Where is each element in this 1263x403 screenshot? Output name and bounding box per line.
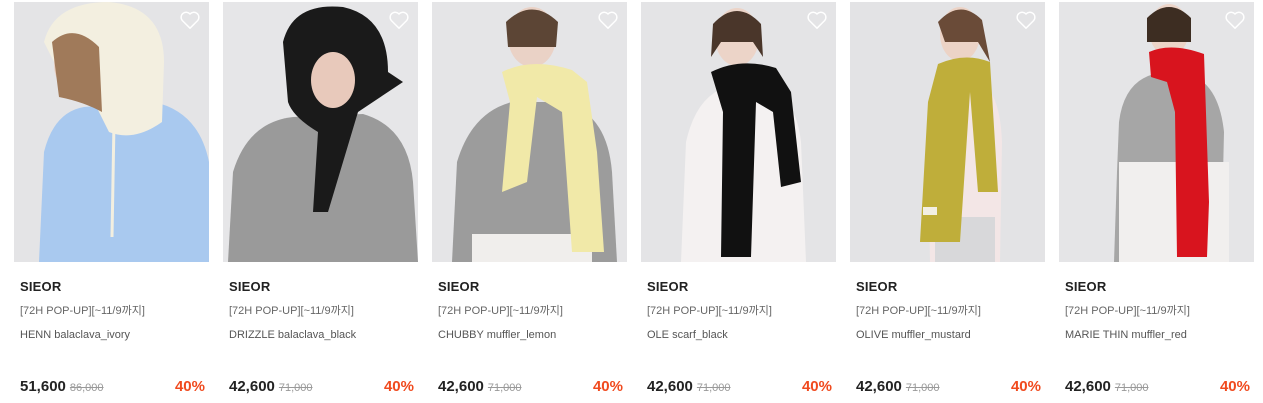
model-photo: [14, 2, 209, 262]
product-card[interactable]: SIEOR [72H POP-UP][~11/9까지] OLE scarf_bl…: [641, 2, 836, 395]
model-photo: [850, 2, 1045, 262]
product-name[interactable]: HENN balaclava_ivory: [20, 328, 209, 342]
product-card[interactable]: SIEOR [72H POP-UP][~11/9까지] MARIE THIN m…: [1059, 2, 1254, 395]
original-price: 71,000: [696, 382, 731, 394]
product-name[interactable]: DRIZZLE balaclava_black: [229, 328, 418, 342]
sale-price: 42,600: [856, 378, 902, 395]
promo-tag: [72H POP-UP][~11/9까지]: [856, 305, 981, 317]
price-row: 42,600 71,000 40%: [647, 378, 832, 398]
brand-name[interactable]: SIEOR: [647, 279, 836, 294]
product-image[interactable]: [14, 2, 209, 262]
product-card[interactable]: SIEOR [72H POP-UP][~11/9까지] DRIZZLE bala…: [223, 2, 418, 395]
promo-tag: [72H POP-UP][~11/9까지]: [1065, 305, 1190, 317]
heart-outline-icon[interactable]: [388, 10, 410, 30]
product-card[interactable]: SIEOR [72H POP-UP][~11/9까지] HENN balacla…: [14, 2, 209, 395]
promo-tag: [72H POP-UP][~11/9까지]: [438, 305, 563, 317]
sale-price: 42,600: [229, 378, 275, 395]
product-image[interactable]: [432, 2, 627, 262]
model-photo: [432, 2, 627, 262]
price-row: 51,600 86,000 40%: [20, 378, 205, 398]
product-image[interactable]: [223, 2, 418, 262]
sale-price: 42,600: [1065, 378, 1111, 395]
product-name[interactable]: MARIE THIN muffler_red: [1065, 328, 1254, 342]
original-price: 71,000: [487, 382, 522, 394]
model-photo: [1059, 2, 1254, 262]
discount-rate: 40%: [1219, 378, 1250, 395]
discount-rate: 40%: [801, 378, 832, 395]
heart-outline-icon[interactable]: [597, 10, 619, 30]
product-image[interactable]: [641, 2, 836, 262]
product-name[interactable]: OLE scarf_black: [647, 328, 836, 342]
discount-rate: 40%: [383, 378, 414, 395]
heart-outline-icon[interactable]: [179, 10, 201, 30]
original-price: 71,000: [278, 382, 313, 394]
heart-outline-icon[interactable]: [806, 10, 828, 30]
brand-name[interactable]: SIEOR: [229, 279, 418, 294]
product-card[interactable]: SIEOR [72H POP-UP][~11/9까지] OLIVE muffle…: [850, 2, 1045, 395]
product-grid: SIEOR [72H POP-UP][~11/9까지] HENN balacla…: [14, 2, 1254, 395]
price-row: 42,600 71,000 40%: [1065, 378, 1250, 398]
heart-outline-icon[interactable]: [1015, 10, 1037, 30]
price-row: 42,600 71,000 40%: [438, 378, 623, 398]
sale-price: 51,600: [20, 378, 66, 395]
product-name[interactable]: CHUBBY muffler_lemon: [438, 328, 627, 342]
discount-rate: 40%: [1010, 378, 1041, 395]
original-price: 71,000: [1114, 382, 1149, 394]
original-price: 86,000: [69, 382, 104, 394]
promo-tag: [72H POP-UP][~11/9까지]: [229, 305, 354, 317]
discount-rate: 40%: [174, 378, 205, 395]
brand-name[interactable]: SIEOR: [20, 279, 209, 294]
model-photo: [641, 2, 836, 262]
brand-name[interactable]: SIEOR: [856, 279, 1045, 294]
heart-outline-icon[interactable]: [1224, 10, 1246, 30]
model-photo: [223, 2, 418, 262]
sale-price: 42,600: [647, 378, 693, 395]
original-price: 71,000: [905, 382, 940, 394]
promo-tag: [72H POP-UP][~11/9까지]: [20, 305, 145, 317]
product-image[interactable]: [850, 2, 1045, 262]
discount-rate: 40%: [592, 378, 623, 395]
brand-name[interactable]: SIEOR: [1065, 279, 1254, 294]
price-row: 42,600 71,000 40%: [856, 378, 1041, 398]
brand-name[interactable]: SIEOR: [438, 279, 627, 294]
product-card[interactable]: SIEOR [72H POP-UP][~11/9까지] CHUBBY muffl…: [432, 2, 627, 395]
product-name[interactable]: OLIVE muffler_mustard: [856, 328, 1045, 342]
price-row: 42,600 71,000 40%: [229, 378, 414, 398]
promo-tag: [72H POP-UP][~11/9까지]: [647, 305, 772, 317]
product-image[interactable]: [1059, 2, 1254, 262]
sale-price: 42,600: [438, 378, 484, 395]
